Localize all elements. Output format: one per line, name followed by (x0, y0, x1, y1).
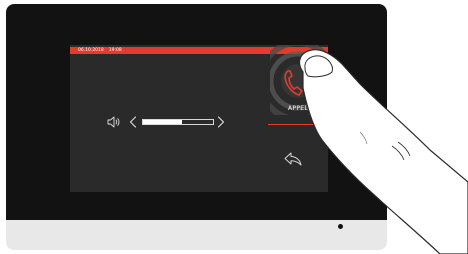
call-button[interactable] (282, 69, 306, 97)
volume-decrease-button[interactable] (129, 116, 137, 128)
status-date: 06.10.2018 (78, 48, 104, 53)
status-led (338, 224, 343, 229)
touch-screen: 06.10.2018 19:08 APPEL (70, 45, 328, 192)
intercom-device: 06.10.2018 19:08 APPEL (6, 4, 387, 250)
phone-icon (284, 70, 303, 96)
volume-increase-button[interactable] (217, 116, 225, 128)
volume-slider[interactable] (142, 119, 214, 125)
call-button-underline (268, 124, 328, 125)
volume-control (107, 115, 227, 129)
intercom-screenshot: 06.10.2018 19:08 APPEL (0, 0, 468, 254)
back-button[interactable] (283, 151, 303, 167)
speaker-icon (107, 116, 120, 128)
status-time: 19:08 (108, 48, 122, 53)
volume-slider-fill (143, 120, 182, 124)
call-button-label: APPEL (288, 105, 308, 112)
back-arrow-icon (284, 152, 302, 166)
